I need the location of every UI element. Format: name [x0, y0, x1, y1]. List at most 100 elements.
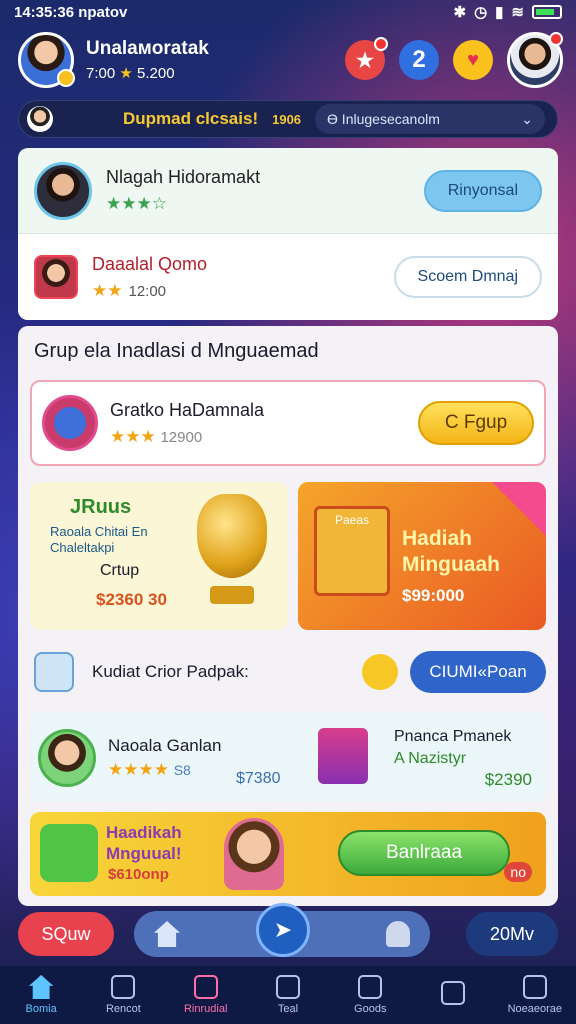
group-icon — [42, 395, 98, 451]
group-rating: ★★★ 12900 — [110, 426, 203, 446]
promo-card-left[interactable]: JRuus Raoala Chitai En Chaleltakpi Crtup… — [30, 482, 288, 630]
bottom-promo-card[interactable]: Haadikah Mnguual! $610onp Banlraaa no — [30, 812, 546, 896]
friend-name: Daaalal Qomo — [92, 253, 208, 274]
folder-icon — [440, 981, 465, 1005]
user-name: Unalaмoratak — [86, 38, 209, 59]
announcement-banner[interactable]: Dupmad clcsais! 1906 Ө Inlugesecanolm ⌄ — [18, 100, 558, 138]
join-group-button[interactable]: C Fgup — [418, 401, 534, 445]
house-icon — [193, 975, 218, 999]
friend-chat-button[interactable]: Rinyonsal — [423, 169, 542, 212]
tab-recent[interactable]: Rencot — [83, 975, 163, 1015]
corner-ribbon — [492, 482, 546, 536]
tab-rewards[interactable]: Rinrudial — [166, 975, 246, 1015]
notification-count-badge[interactable]: 2 — [399, 40, 439, 80]
user-coins: 7:00 — [86, 65, 116, 82]
user-avatar[interactable] — [18, 32, 75, 88]
invite-row: Kudiat Crior Padpak: CIUMI«Poan — [34, 648, 546, 696]
friend-avatar — [34, 161, 92, 220]
banner-count: 1906 — [272, 111, 302, 127]
friend-info: Nlagah Hidoramakt ★★★☆ — [106, 167, 260, 214]
shop-right-name: Pnanca Pmanek — [394, 728, 512, 745]
tab-folder[interactable] — [413, 981, 493, 1009]
tab-notifications[interactable]: Noeaeorae — [495, 975, 575, 1015]
tab-teal[interactable]: Teal — [248, 975, 328, 1015]
banner-dropdown-value: Ө Inlugesecanolm — [327, 111, 440, 127]
user-stats: 7:00 ★ 5.200 — [86, 64, 209, 82]
notification-dot — [549, 32, 563, 46]
group-title: Grup ela Inadlasi d Mnguaemad — [34, 340, 319, 362]
shop-info: Naoala Ganlan ★★★★ S8 — [108, 736, 221, 780]
bottom-promo-price: $610onp — [108, 866, 169, 883]
friend-action-button[interactable]: Scoem Dmnaj — [393, 256, 542, 298]
heart-icon[interactable]: ♥ — [453, 40, 493, 80]
key-icon — [40, 824, 98, 882]
promo-title: Hadiah Minguaah — [402, 527, 500, 576]
user-stars: 5.200 — [137, 65, 175, 82]
banner-avatar — [27, 106, 53, 132]
friend-row[interactable]: Nlagah Hidoramakt ★★★☆ Rinyonsal — [18, 148, 558, 234]
sun-icon — [362, 654, 398, 690]
friends-card: Nlagah Hidoramakt ★★★☆ Rinyonsal Daaalal… — [18, 148, 558, 320]
chevron-down-icon: ⌄ — [521, 110, 533, 127]
promo-price: $99:000 — [402, 586, 465, 605]
promo-tag: no — [504, 862, 532, 882]
notification-dot — [374, 37, 388, 51]
character-illustration — [224, 818, 284, 890]
shop-left-rating: ★★★★ S8 — [108, 760, 191, 779]
notification-icon — [522, 975, 547, 999]
promo-cta: Crtup — [100, 562, 140, 579]
status-bar: 14:35:36 npatov ✱ ◷ ▮ ≋ — [0, 0, 576, 24]
bell-icon[interactable] — [386, 921, 410, 947]
invite-label: Kudiat Crior Padpak: — [92, 662, 249, 681]
shop-right-price: $2390 — [484, 770, 532, 789]
action-bar: SQuw ➤ 20Mv — [18, 903, 558, 962]
prize-board-icon: Paeas — [314, 506, 390, 596]
claim-button[interactable]: Banlraaa — [338, 830, 510, 876]
status-icons: ✱ ◷ ▮ ≋ — [453, 3, 562, 21]
bird-icon[interactable]: ➤ — [256, 903, 310, 957]
bookmark-icon — [111, 975, 136, 999]
group-card: Grup ela Inadlasi d Mnguaemad Gratko HaD… — [18, 326, 558, 906]
friend-rating: ★★★☆ — [106, 194, 167, 213]
friend-avatar[interactable] — [507, 32, 563, 88]
group-info: Gratko HaDamnala ★★★ 12900 — [110, 400, 264, 447]
tab-goods[interactable]: Goods — [330, 975, 410, 1015]
home-icon[interactable] — [154, 921, 180, 947]
signal-icon: ▮ — [495, 4, 504, 21]
trophy-icon — [190, 494, 274, 614]
friend-avatar — [34, 255, 78, 299]
header-icons: ★ 2 ♥ — [345, 32, 563, 88]
banner-title: Dupmad clcsais! — [123, 109, 259, 128]
shop-card[interactable]: Naoala Ganlan ★★★★ S8 $7380 Pnanca Pmane… — [30, 712, 546, 802]
wifi-icon: ≋ — [511, 4, 524, 21]
achievement-star-icon[interactable]: ★ — [345, 37, 388, 80]
user-info: Unalaмoratak 7:00 ★ 5.200 — [86, 38, 209, 82]
battery-icon — [532, 5, 562, 19]
target-icon — [358, 975, 383, 999]
status-time: 14:35:36 npatov — [14, 3, 128, 21]
star-icon: ★ — [119, 65, 133, 82]
secondary-action-button[interactable]: 20Mv — [466, 912, 558, 956]
group-item[interactable]: Gratko HaDamnala ★★★ 12900 C Fgup — [30, 380, 546, 466]
shop-right-subtitle: A Nazistyr — [394, 750, 467, 767]
friend-name: Nlagah Hidoramakt — [106, 167, 261, 187]
gift-box-icon — [318, 728, 368, 784]
promo-card-right[interactable]: Paeas Hadiah Minguaah $99:000 — [298, 482, 546, 630]
bluetooth-icon: ✱ — [453, 4, 467, 21]
shop-avatar — [38, 729, 96, 787]
board-icon — [275, 975, 300, 999]
shop-left-name: Naoala Ganlan — [108, 736, 222, 755]
coin-badge-icon — [57, 69, 75, 87]
promo-subtitle: Raoala Chitai En Chaleltakpi — [50, 524, 148, 555]
friend-info: Daaalal Qomo ★★ 12:00 — [92, 254, 207, 301]
banner-dropdown[interactable]: Ө Inlugesecanolm ⌄ — [315, 104, 545, 134]
tab-bar: Bomia Rencot Rinrudial Teal Goods Noeaeo… — [0, 966, 576, 1024]
friend-rating: ★★ 12:00 — [92, 280, 167, 300]
quick-action-button[interactable]: SQuw — [18, 912, 114, 956]
mid-action-bar: ➤ — [134, 903, 430, 957]
header: Unalaмoratak 7:00 ★ 5.200 ★ 2 ♥ — [18, 30, 563, 90]
friend-row[interactable]: Daaalal Qomo ★★ 12:00 Scoem Dmnaj — [18, 234, 558, 320]
invite-button[interactable]: CIUMI«Poan — [410, 651, 546, 693]
tab-home[interactable]: Bomia — [1, 975, 81, 1015]
shop-left-price: $7380 — [236, 770, 281, 787]
